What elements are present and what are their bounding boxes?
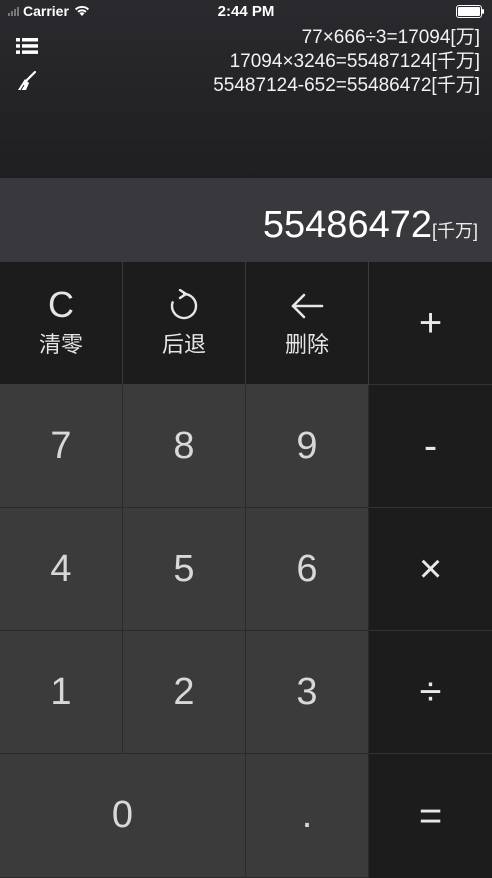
multiply-button[interactable]: × bbox=[369, 508, 492, 631]
delete-button[interactable]: 删除 bbox=[246, 262, 369, 385]
undo-arrow-icon bbox=[170, 289, 198, 320]
keypad: C 清零 后退 删除 + 7 8 9 - 4 5 6 × 1 2 3 ÷ 0 .… bbox=[0, 262, 492, 878]
status-time: 2:44 PM bbox=[217, 3, 275, 20]
digit-5-button[interactable]: 5 bbox=[123, 508, 246, 631]
digit-9-button[interactable]: 9 bbox=[246, 385, 369, 508]
digit-4-button[interactable]: 4 bbox=[0, 508, 123, 631]
minus-button[interactable]: - bbox=[369, 385, 492, 508]
history-list: 77×666÷3=17094[万] 17094×3246=55487124[千万… bbox=[213, 26, 480, 98]
digit-2-button[interactable]: 2 bbox=[123, 631, 246, 754]
digit-1-button[interactable]: 1 bbox=[0, 631, 123, 754]
digit-0-button[interactable]: 0 bbox=[0, 754, 246, 878]
clear-icon: C bbox=[48, 284, 74, 325]
list-icon[interactable] bbox=[16, 38, 38, 54]
digit-6-button[interactable]: 6 bbox=[246, 508, 369, 631]
result-display: 55486472[千万] bbox=[0, 178, 492, 262]
result-unit: [千万] bbox=[431, 221, 478, 241]
digit-7-button[interactable]: 7 bbox=[0, 385, 123, 508]
back-label: 后退 bbox=[161, 332, 206, 357]
clear-button[interactable]: C 清零 bbox=[0, 262, 123, 385]
broom-icon[interactable] bbox=[16, 70, 38, 92]
digit-8-button[interactable]: 8 bbox=[123, 385, 246, 508]
battery-icon bbox=[456, 5, 484, 18]
status-bar: Carrier 2:44 PM bbox=[0, 0, 492, 24]
history-line: 55487124-652=55486472[千万] bbox=[213, 75, 480, 96]
left-arrow-icon bbox=[291, 293, 324, 319]
result-value: 55486472 bbox=[262, 204, 432, 246]
history-line: 77×666÷3=17094[万] bbox=[301, 27, 480, 48]
clear-label: 清零 bbox=[38, 332, 83, 357]
decimal-point-button[interactable]: . bbox=[246, 754, 369, 878]
back-button[interactable]: 后退 bbox=[123, 262, 246, 385]
digit-3-button[interactable]: 3 bbox=[246, 631, 369, 754]
plus-button[interactable]: + bbox=[369, 262, 492, 385]
delete-label: 删除 bbox=[284, 332, 329, 357]
history-line: 17094×3246=55487124[千万] bbox=[229, 51, 480, 72]
divide-button[interactable]: ÷ bbox=[369, 631, 492, 754]
equals-button[interactable]: = bbox=[369, 754, 492, 878]
